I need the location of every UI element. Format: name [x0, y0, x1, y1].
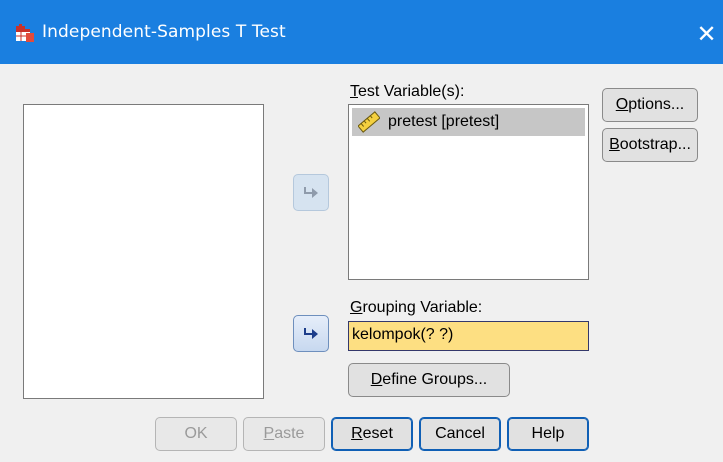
help-button[interactable]: Help	[507, 417, 589, 451]
test-variables-label: Test Variable(s):	[350, 83, 465, 100]
cancel-button[interactable]: Cancel	[419, 417, 501, 451]
arrow-right-icon	[304, 327, 318, 339]
test-variables-list[interactable]: pretest [pretest]	[348, 104, 589, 280]
options-button[interactable]: Options...	[602, 88, 698, 122]
source-variable-list[interactable]	[23, 104, 264, 399]
window-title: Independent-Samples T Test	[42, 22, 286, 42]
test-variable-label: pretest [pretest]	[388, 113, 500, 130]
ok-button[interactable]: OK	[155, 417, 237, 451]
grouping-variable-field[interactable]: kelompok(? ?)	[348, 321, 589, 351]
move-to-test-variables-button[interactable]	[293, 174, 329, 211]
scale-ruler-icon	[358, 111, 380, 133]
grouping-variable-label: Grouping Variable:	[350, 299, 483, 316]
close-button[interactable]: ✕	[690, 14, 723, 54]
paste-button[interactable]: Paste	[243, 417, 325, 451]
arrow-right-icon	[304, 186, 318, 198]
move-to-grouping-variable-button[interactable]	[293, 315, 329, 352]
title-bar: Independent-Samples T Test ✕	[0, 0, 723, 64]
reset-button[interactable]: Reset	[331, 417, 413, 451]
define-groups-button[interactable]: Define Groups...	[348, 363, 510, 397]
bootstrap-button[interactable]: Bootstrap...	[602, 128, 698, 162]
spss-table-icon	[16, 24, 34, 42]
list-item[interactable]: pretest [pretest]	[352, 108, 585, 136]
